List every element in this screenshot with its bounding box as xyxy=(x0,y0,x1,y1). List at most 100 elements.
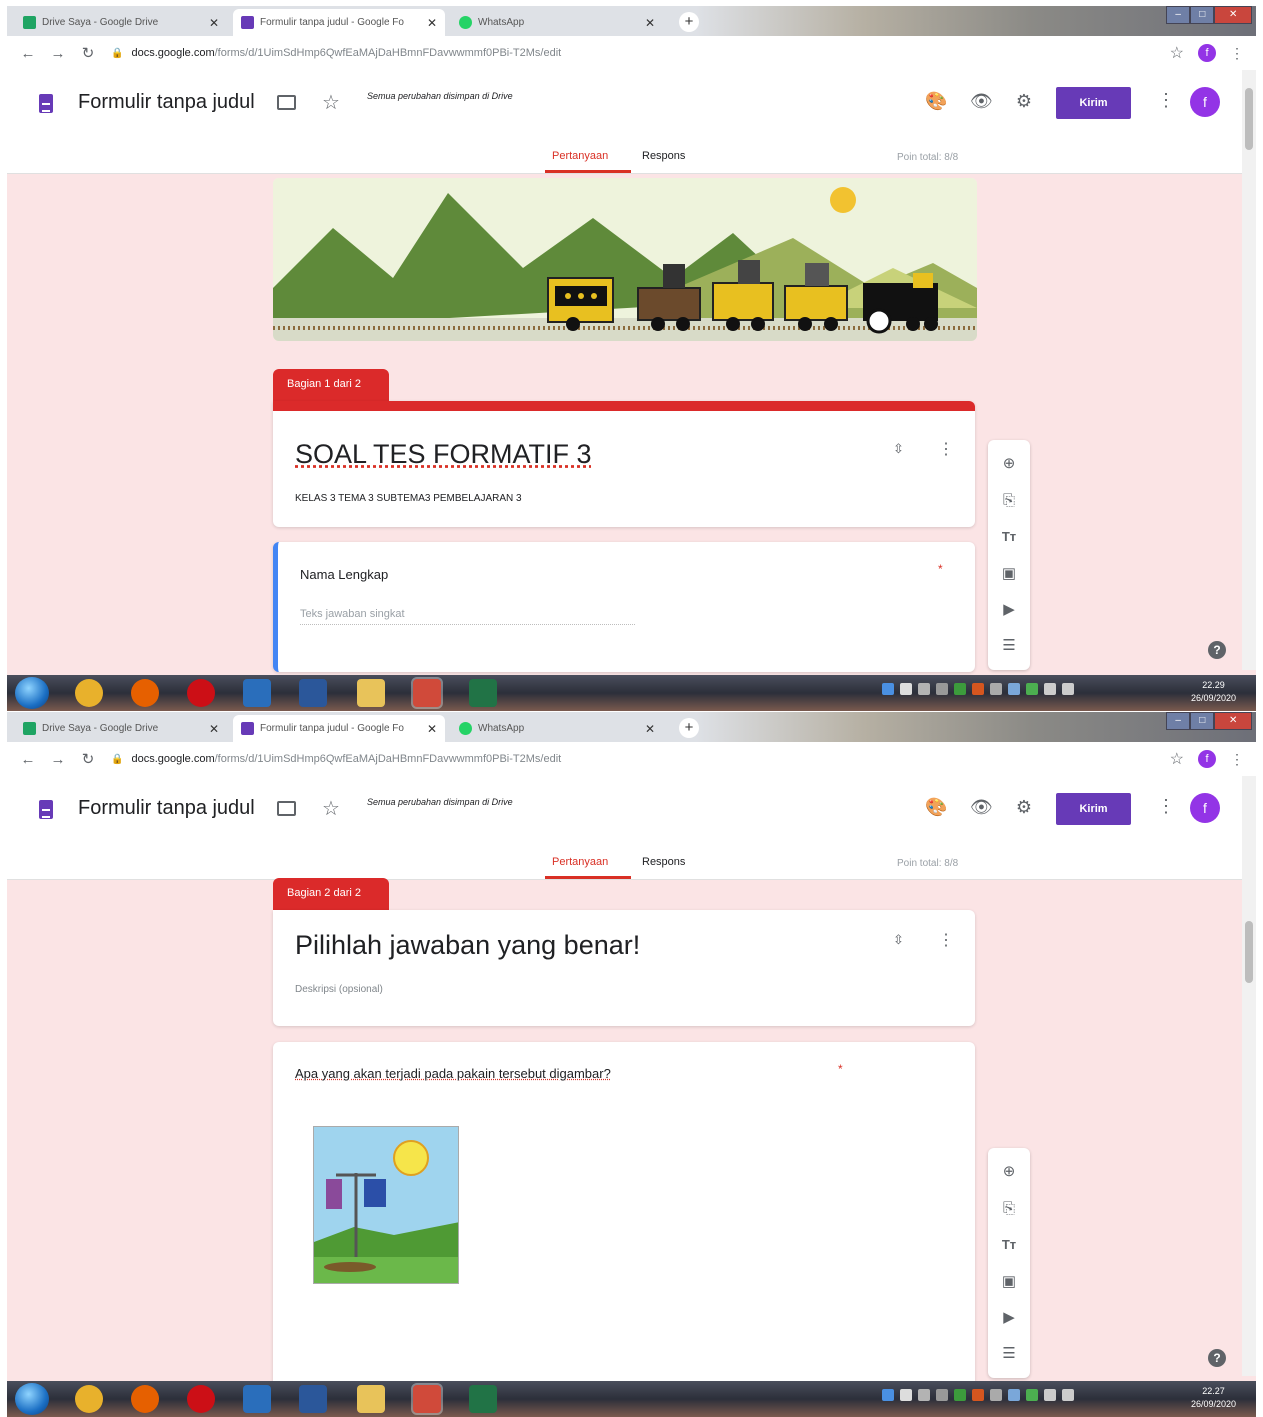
form-title[interactable]: Formulir tanpa judul xyxy=(78,91,255,114)
send-button[interactable]: Kirim xyxy=(1056,793,1131,825)
question-image[interactable] xyxy=(313,1126,459,1284)
excel-icon[interactable] xyxy=(469,1385,497,1413)
add-image-icon[interactable]: ▣ xyxy=(999,564,1019,584)
close-icon[interactable]: ✕ xyxy=(209,16,219,30)
collapse-section-icon[interactable]: ⇳ xyxy=(893,441,904,457)
explorer-icon[interactable] xyxy=(357,1385,385,1413)
browser-profile-avatar[interactable]: f xyxy=(1198,44,1216,62)
avatar[interactable]: f xyxy=(1190,793,1220,823)
forms-logo-icon[interactable] xyxy=(39,800,53,819)
add-question-icon[interactable]: ⊕ xyxy=(999,454,1019,474)
close-icon[interactable]: ✕ xyxy=(427,16,437,30)
reload-icon[interactable]: ↻ xyxy=(77,750,99,768)
tab-responses[interactable]: Respons xyxy=(642,856,685,868)
settings-gear-icon[interactable]: ⚙ xyxy=(1013,90,1035,112)
explorer-icon[interactable] xyxy=(357,679,385,707)
forward-icon[interactable]: → xyxy=(47,751,69,768)
chrome-active-icon[interactable] xyxy=(413,1385,441,1413)
word-icon[interactable] xyxy=(299,679,327,707)
tab-drive[interactable]: Drive Saya - Google Drive ✕ xyxy=(15,9,227,36)
scrollbar-thumb[interactable] xyxy=(1245,88,1253,150)
add-section-icon[interactable]: ☰ xyxy=(999,1344,1019,1364)
word-icon[interactable] xyxy=(299,1385,327,1413)
section-more-icon[interactable]: ⋮ xyxy=(938,930,954,950)
tab-questions[interactable]: Pertanyaan xyxy=(552,856,608,868)
help-icon[interactable]: ? xyxy=(1208,1349,1226,1367)
help-icon[interactable]: ? xyxy=(1208,641,1226,659)
opera-icon[interactable] xyxy=(187,679,215,707)
import-questions-icon[interactable]: ⎘ xyxy=(999,1199,1019,1219)
more-options-icon[interactable]: ⋮ xyxy=(1157,90,1175,111)
import-questions-icon[interactable]: ⎘ xyxy=(999,491,1019,511)
page-scrollbar[interactable] xyxy=(1242,70,1256,670)
close-icon[interactable]: ✕ xyxy=(645,722,655,736)
chrome-icon[interactable] xyxy=(75,679,103,707)
send-button[interactable]: Kirim xyxy=(1056,87,1131,119)
back-icon[interactable]: ← xyxy=(17,45,39,62)
minimize-button[interactable]: – xyxy=(1166,712,1190,730)
question-title[interactable]: Apa yang akan terjadi pada pakain terseb… xyxy=(295,1066,611,1081)
opera-icon[interactable] xyxy=(187,1385,215,1413)
add-title-icon[interactable]: Tт xyxy=(999,1235,1019,1255)
url-field[interactable]: 🔒 docs.google.com/forms/d/1UimSdHmp6QwfE… xyxy=(111,746,1161,772)
bookmark-star-icon[interactable]: ☆ xyxy=(1170,749,1184,769)
avatar[interactable]: f xyxy=(1190,87,1220,117)
minimize-button[interactable]: – xyxy=(1166,6,1190,24)
settings-gear-icon[interactable]: ⚙ xyxy=(1013,796,1035,818)
section-header-card[interactable]: SOAL TES FORMATIF 3 KELAS 3 TEMA 3 SUBTE… xyxy=(273,401,975,527)
question-card[interactable]: Apa yang akan terjadi pada pakain terseb… xyxy=(273,1042,975,1417)
form-title[interactable]: Formulir tanpa judul xyxy=(78,797,255,820)
section-title[interactable]: SOAL TES FORMATIF 3 xyxy=(295,439,592,470)
firefox-icon[interactable] xyxy=(131,1385,159,1413)
add-video-icon[interactable]: ▶ xyxy=(999,600,1019,620)
section-title[interactable]: Pilihlah jawaban yang benar! xyxy=(295,930,640,961)
start-button[interactable] xyxy=(15,677,49,709)
section-more-icon[interactable]: ⋮ xyxy=(938,439,954,459)
more-options-icon[interactable]: ⋮ xyxy=(1157,796,1175,817)
page-scrollbar[interactable] xyxy=(1242,776,1256,1376)
chrome-icon[interactable] xyxy=(75,1385,103,1413)
folder-icon[interactable] xyxy=(277,801,296,816)
new-tab-button[interactable]: + xyxy=(679,718,699,738)
tab-forms[interactable]: Formulir tanpa judul - Google Fo ✕ xyxy=(233,9,445,36)
tab-responses[interactable]: Respons xyxy=(642,150,685,162)
new-tab-button[interactable]: + xyxy=(679,12,699,32)
add-image-icon[interactable]: ▣ xyxy=(999,1272,1019,1292)
app-icon[interactable] xyxy=(243,1385,271,1413)
section-description[interactable]: Deskripsi (opsional) xyxy=(295,984,383,995)
add-title-icon[interactable]: Tт xyxy=(999,527,1019,547)
close-icon[interactable]: ✕ xyxy=(209,722,219,736)
url-field[interactable]: 🔒 docs.google.com/forms/d/1UimSdHmp6QwfE… xyxy=(111,40,1161,66)
maximize-button[interactable]: □ xyxy=(1190,6,1214,24)
section-header-card[interactable]: Pilihlah jawaban yang benar! Deskripsi (… xyxy=(273,910,975,1026)
maximize-button[interactable]: □ xyxy=(1190,712,1214,730)
firefox-icon[interactable] xyxy=(131,679,159,707)
preview-eye-icon[interactable]: 👁 xyxy=(970,796,992,818)
add-section-icon[interactable]: ☰ xyxy=(999,636,1019,656)
clock[interactable]: 22.29 26/09/2020 xyxy=(1191,679,1236,705)
clock[interactable]: 22.27 26/09/2020 xyxy=(1191,1385,1236,1411)
browser-menu-icon[interactable]: ⋮ xyxy=(1230,45,1244,62)
excel-icon[interactable] xyxy=(469,679,497,707)
star-icon[interactable]: ☆ xyxy=(322,90,340,115)
preview-eye-icon[interactable]: 👁 xyxy=(970,90,992,112)
add-video-icon[interactable]: ▶ xyxy=(999,1308,1019,1328)
scrollbar-thumb[interactable] xyxy=(1245,921,1253,983)
close-icon[interactable]: ✕ xyxy=(427,722,437,736)
tab-forms[interactable]: Formulir tanpa judul - Google Fo ✕ xyxy=(233,715,445,742)
tab-whatsapp[interactable]: WhatsApp ✕ xyxy=(451,715,663,742)
star-icon[interactable]: ☆ xyxy=(322,796,340,821)
section-description[interactable]: KELAS 3 TEMA 3 SUBTEMA3 PEMBELAJARAN 3 xyxy=(295,493,522,504)
question-title[interactable]: Nama Lengkap xyxy=(300,567,388,582)
browser-profile-avatar[interactable]: f xyxy=(1198,750,1216,768)
chrome-active-icon[interactable] xyxy=(413,679,441,707)
close-window-button[interactable]: ✕ xyxy=(1214,6,1252,24)
reload-icon[interactable]: ↻ xyxy=(77,44,99,62)
collapse-section-icon[interactable]: ⇳ xyxy=(893,932,904,948)
tab-whatsapp[interactable]: WhatsApp ✕ xyxy=(451,9,663,36)
close-window-button[interactable]: ✕ xyxy=(1214,712,1252,730)
tab-drive[interactable]: Drive Saya - Google Drive ✕ xyxy=(15,715,227,742)
forward-icon[interactable]: → xyxy=(47,45,69,62)
browser-menu-icon[interactable]: ⋮ xyxy=(1230,751,1244,768)
back-icon[interactable]: ← xyxy=(17,751,39,768)
